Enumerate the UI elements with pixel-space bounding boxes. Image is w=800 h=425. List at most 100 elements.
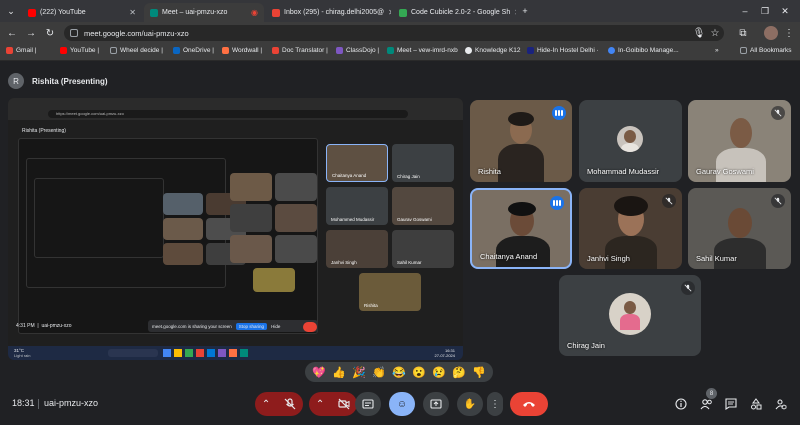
tab-meet[interactable]: Meet – uai-pmzu-xzo ◉	[144, 3, 264, 22]
taskbar-app-icon	[240, 349, 248, 357]
participant-name: Rishita	[478, 167, 501, 176]
participant-tile-janhvi[interactable]: Janhvi Singh	[579, 188, 682, 269]
minimize-icon[interactable]: –	[738, 4, 752, 18]
participant-tile-mohammad[interactable]: Mohammad Mudassir	[579, 100, 682, 182]
gmail-icon	[6, 47, 13, 54]
back-icon[interactable]: ←	[5, 26, 19, 40]
present-button[interactable]	[423, 392, 449, 416]
reaction-heart[interactable]: 💖	[312, 366, 326, 379]
new-tab-icon[interactable]: +	[518, 4, 532, 18]
tab-sheets[interactable]: Code Cubicle 2.0-2 - Google Sh ✕	[393, 3, 516, 22]
camera-button[interactable]: ⌃	[309, 392, 357, 416]
raise-hand-button[interactable]: ✋	[457, 392, 483, 416]
participant-tile-chaitanya[interactable]: Chaitanya Anand	[470, 188, 572, 269]
wordwall-icon	[222, 47, 229, 54]
recording-dot-icon: ◉	[251, 8, 258, 17]
tab-youtube[interactable]: (222) YouTube ✕	[22, 3, 142, 22]
bookmark-star-icon[interactable]: ☆	[708, 26, 722, 40]
people-count-badge: 8	[706, 388, 717, 399]
reaction-laugh[interactable]: 😂	[392, 366, 406, 379]
taskbar-app-icon	[207, 349, 215, 357]
presenter-title: Rishita (Presenting)	[32, 76, 108, 86]
more-vert-icon: ⋮	[490, 398, 500, 410]
mic-in-use-icon[interactable]: 🎙	[692, 26, 706, 40]
bookmark-youtube[interactable]: YouTube |	[60, 47, 99, 54]
chat-icon[interactable]	[722, 395, 740, 413]
participant-tile-chirag[interactable]: Chirag Jain	[559, 275, 701, 356]
shared-tile-label: Chaitanya Anand	[332, 173, 367, 178]
tab-close-icon[interactable]: ✕	[125, 8, 136, 17]
bookmark-onedrive[interactable]: OneDrive |	[173, 47, 214, 54]
meeting-details-icon[interactable]	[672, 395, 690, 413]
profile-avatar[interactable]	[764, 26, 778, 40]
maximize-icon[interactable]: ❐	[758, 4, 772, 18]
youtube-favicon-icon	[28, 8, 36, 17]
tab-close-icon[interactable]: ✕	[384, 8, 391, 17]
more-bookmarks-icon[interactable]: »	[715, 47, 719, 54]
k12-icon	[465, 47, 472, 54]
stop-sharing-button[interactable]: Stop sharing	[235, 322, 268, 330]
shared-hangup-icon	[303, 322, 317, 332]
host-controls-icon[interactable]	[772, 395, 790, 413]
tab-title: Inbox (295) - chirag.delhi2005@	[284, 9, 385, 16]
bookmark-doc-translator[interactable]: Doc Translator |	[272, 47, 328, 54]
speaking-indicator-icon	[552, 106, 566, 120]
nested-tile	[275, 204, 317, 232]
reaction-thumbs-down[interactable]: 👎	[472, 366, 486, 379]
browser-toolbar: ← → ↻ meet.google.com/uai-pmzu-xzo 🎙 ☆ ⧉…	[0, 22, 800, 44]
shared-browser-chrome: https://meet.google.com/uai-pmzu-xzo	[8, 98, 463, 120]
browser-tab-strip: ⌄ (222) YouTube ✕ Meet – uai-pmzu-xzo ◉ …	[0, 0, 800, 22]
bookmark-goibibo[interactable]: In-Goibibo Manage...	[608, 47, 679, 54]
participant-tile-rishita[interactable]: Rishita	[470, 100, 572, 182]
bookmark-wheel-decide[interactable]: Wheel decide |	[110, 47, 163, 54]
bookmark-wordwall[interactable]: Wordwall |	[222, 47, 262, 54]
site-info-icon[interactable]	[70, 29, 78, 37]
menu-icon[interactable]: ⋮	[782, 26, 796, 40]
shared-screen[interactable]: https://meet.google.com/uai-pmzu-xzo Ris…	[8, 98, 463, 360]
chevron-up-icon[interactable]: ⌃	[316, 399, 324, 410]
tab-title: (222) YouTube	[40, 9, 86, 16]
bookmark-gmail[interactable]: Gmail |	[6, 47, 36, 54]
bookmark-knowledge-k12[interactable]: Knowledge K12	[465, 47, 521, 54]
reaction-thinking[interactable]: 🤔	[452, 366, 466, 379]
taskbar-app-icon	[196, 349, 204, 357]
close-window-icon[interactable]: ✕	[778, 4, 792, 18]
hide-button[interactable]: Hide	[271, 324, 280, 329]
tab-close-icon[interactable]: ✕	[510, 8, 516, 17]
bookmark-label: OneDrive |	[183, 47, 214, 54]
captions-button[interactable]	[355, 392, 381, 416]
chevron-up-icon[interactable]: ⌃	[262, 399, 270, 410]
activities-icon[interactable]	[747, 395, 765, 413]
bookmark-label: Gmail |	[16, 47, 37, 54]
leave-call-button[interactable]	[510, 392, 548, 416]
shared-tile-gaurav: Gaurav Goswami	[392, 187, 454, 225]
participant-name: Sahil Kumar	[696, 254, 737, 263]
speaking-indicator-icon	[550, 196, 564, 210]
reaction-thumbs-up[interactable]: 👍	[332, 366, 346, 379]
avatar-face	[624, 301, 636, 314]
classdojo-icon	[336, 47, 343, 54]
tab-gmail[interactable]: Inbox (295) - chirag.delhi2005@ ✕	[266, 3, 391, 22]
more-options-button[interactable]: ⋮	[487, 392, 503, 416]
reaction-clap[interactable]: 👏	[372, 366, 386, 379]
bookmark-classdojo[interactable]: ClassDojo |	[336, 47, 379, 54]
reaction-party[interactable]: 🎉	[352, 366, 366, 379]
bookmark-label: All Bookmarks	[750, 47, 792, 54]
participant-tile-gaurav[interactable]: Gaurav Goswami	[688, 100, 791, 182]
shared-url: https://meet.google.com/uai-pmzu-xzo	[48, 110, 408, 118]
reactions-button[interactable]: ☺	[389, 392, 415, 416]
taskbar-app-icon	[174, 349, 182, 357]
tab-search-icon[interactable]: ⌄	[4, 4, 18, 18]
nested-tile	[230, 235, 272, 263]
reaction-sad[interactable]: 😢	[432, 366, 446, 379]
reaction-surprised[interactable]: 😮	[412, 366, 426, 379]
address-bar[interactable]: meet.google.com/uai-pmzu-xzo	[64, 25, 724, 41]
bookmark-meet[interactable]: Meet – vew-imrd-nxb	[387, 47, 458, 54]
extensions-icon[interactable]: ⧉	[736, 26, 750, 40]
participant-tile-sahil[interactable]: Sahil Kumar	[688, 188, 791, 269]
mic-button[interactable]: ⌃	[255, 392, 303, 416]
reload-icon[interactable]: ↻	[43, 26, 57, 40]
forward-icon[interactable]: →	[24, 26, 38, 40]
bookmark-hide-in-hostel[interactable]: Hide-In Hostel Delhi ·	[527, 47, 599, 54]
all-bookmarks[interactable]: All Bookmarks	[740, 47, 792, 54]
